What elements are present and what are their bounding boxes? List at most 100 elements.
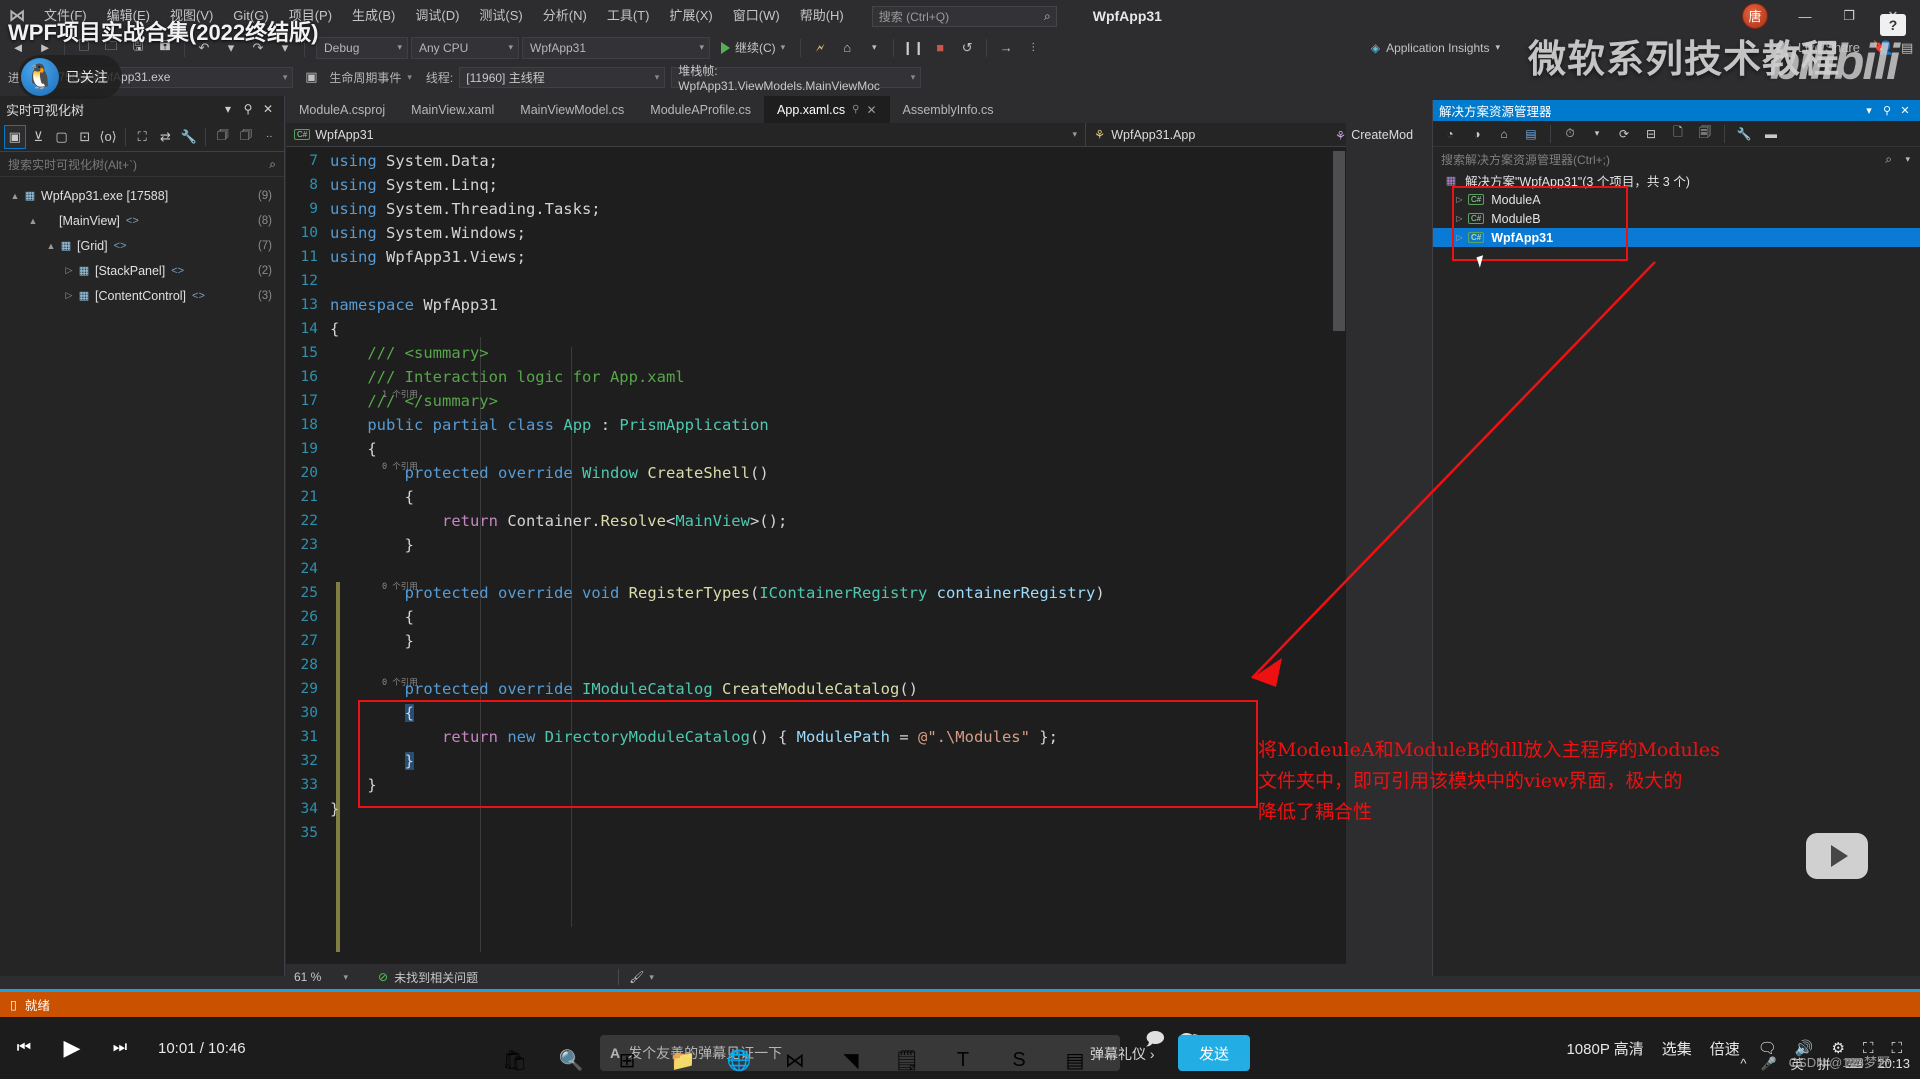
code-line-15[interactable]: 15 /// <summary> [286,341,1346,365]
live-preview-icon[interactable]: ⌂ [835,36,859,60]
editor-tab-assemblyinfo-cs[interactable]: AssemblyInfo.cs [890,96,1007,123]
code-line-18[interactable]: 18 public partial class App : PrismAppli… [286,413,1346,437]
menu-item-7[interactable]: 测试(S) [469,0,532,32]
close-icon[interactable]: ✕ [1896,104,1914,117]
episodes-button[interactable]: 选集 [1662,1038,1692,1059]
menu-item-9[interactable]: 工具(T) [597,0,660,32]
chevron-down-icon-2[interactable]: ▾ [1585,123,1609,145]
stop-debug-icon[interactable]: ■ [928,36,952,60]
code-line-29[interactable]: 29 0 个引用 protected override IModuleCatalo… [286,677,1346,701]
menu-item-6[interactable]: 调试(D) [405,0,469,32]
code-line-9[interactable]: 9 using System.Threading.Tasks; [286,197,1346,221]
configuration-combo[interactable]: Debug [316,36,408,59]
menu-item-5[interactable]: 生成(B) [342,0,405,32]
type-navigation-combo[interactable]: C# WpfApp31 [286,122,1086,147]
user-badge-icon[interactable]: 唐 [1742,3,1768,29]
twisty-icon[interactable]: ▷ [62,290,76,301]
snipaste-icon[interactable]: S [1004,1045,1034,1075]
help-bubble-icon[interactable]: ? [1880,14,1906,36]
hot-reload-icon[interactable]: 🗲 [808,36,832,60]
visual-tree-node[interactable]: ▲ ▦ [Grid] <> (7) [0,233,284,258]
code-line-35[interactable]: 35 [286,821,1346,845]
member-navigation-combo[interactable]: ⚘ WpfApp31.App [1086,123,1203,147]
edge-icon[interactable]: ◥ [836,1045,866,1075]
continue-run-button[interactable]: 继续(C) ▾ [713,39,793,56]
search-icon[interactable]: ⌕ [1885,152,1892,167]
select-element-icon[interactable]: ▣ [4,124,26,149]
back-icon[interactable]: ◔ [1438,123,1462,145]
code-line-20[interactable]: 20 0 个引用 protected override Window Create… [286,461,1346,485]
code-line-23[interactable]: 23 } [286,533,1346,557]
search-icon[interactable]: ⌕ [269,157,276,172]
twisty-icon[interactable]: ▲ [8,191,22,201]
code-line-7[interactable]: 7 using System.Data; [286,149,1346,173]
chevron-down-icon[interactable]: ▾ [218,102,238,116]
step-into-icon[interactable]: → [994,36,1018,60]
collapse-all-icon[interactable]: ⊟ [1639,123,1663,145]
minus-icon[interactable]: ▬ [1759,123,1783,145]
preview-icon[interactable]: ⊡ [74,125,95,149]
wrench-icon[interactable]: 🔧 [178,125,199,149]
media-icon[interactable]: ▤ [1060,1045,1090,1075]
vs-search-box[interactable]: 搜索 (Ctrl+Q) ⌕ [871,5,1057,27]
settings-icon[interactable]: ⟨o⟩ [97,125,118,149]
code-line-11[interactable]: 11 using WpfApp31.Views; [286,245,1346,269]
follow-badge[interactable]: 已关注 [18,55,122,99]
editor-tab-mainviewmodel-cs[interactable]: MainViewModel.cs [507,96,637,123]
code-lens-hint[interactable]: 0 个引用 [382,676,418,688]
code-line-21[interactable]: 21 { [286,485,1346,509]
mic-icon[interactable]: 🎤 [1760,1056,1776,1072]
browser-icon[interactable]: 🌐 [724,1045,754,1075]
prev-button[interactable]: ⏮ [0,1017,48,1079]
editor-tab-modulea-csproj[interactable]: ModuleA.csproj [286,96,398,123]
pin-icon[interactable]: ⚲ [238,102,258,116]
copy-icon[interactable]: 🗇 [235,125,256,149]
wrench-icon[interactable]: 🔧 [1732,123,1756,145]
layout-icon[interactable]: ⛶ [132,125,153,149]
editor-tab-mainview-xaml[interactable]: MainView.xaml [398,96,507,123]
code-line-12[interactable]: 12 [286,269,1346,293]
next-button[interactable]: ⏭ [96,1017,144,1079]
maximize-button[interactable]: ❐ [1828,1,1870,31]
speed-button[interactable]: 倍速 [1710,1038,1740,1059]
tray-expand-icon[interactable]: ^ [1740,1056,1746,1071]
folder-icon[interactable]: 📁 [668,1045,698,1075]
code-line-28[interactable]: 28 [286,653,1346,677]
windows-icon[interactable]: ⊞ [612,1045,642,1075]
member-navigation-overflow[interactable]: ⚘ CreateMod [1335,123,1413,147]
visual-tree-node[interactable]: ▲ [MainView] <> (8) [0,208,284,233]
pending-changes-icon[interactable]: ⏱ [1558,123,1582,145]
swap-icon[interactable]: ⇄ [155,125,176,149]
toolbar-overflow-icon[interactable]: ⋮ [1021,36,1045,60]
code-line-27[interactable]: 27 } [286,629,1346,653]
switch-view-icon[interactable]: ▤ [1519,123,1543,145]
send-button[interactable]: 发送 [1178,1035,1250,1071]
code-line-13[interactable]: 13 namespace WpfApp31 [286,293,1346,317]
pin-icon[interactable]: ⚲ [852,104,859,115]
editor-tab-moduleaprofile-cs[interactable]: ModuleAProfile.cs [637,96,764,123]
code-editor[interactable]: 7 using System.Data; 8 using System.Linq; 9 u… [286,147,1346,977]
code-line-14[interactable]: 14 { [286,317,1346,341]
minimize-button[interactable]: — [1784,1,1826,31]
code-line-24[interactable]: 24 [286,557,1346,581]
code-line-19[interactable]: 19 { [286,437,1346,461]
visual-tree-node[interactable]: ▷ ▦ [StackPanel] <> (2) [0,258,284,283]
menu-item-12[interactable]: 帮助(H) [790,0,854,32]
code-lens-hint[interactable]: 0 个引用 [382,460,418,472]
menu-item-11[interactable]: 窗口(W) [723,0,790,32]
show-all-files-icon[interactable]: 🗋 [1666,123,1690,145]
lifecycle-events-icon[interactable]: ▣ [299,65,323,89]
code-line-25[interactable]: 25 0 个引用 protected override void Register… [286,581,1346,605]
visual-tree-node[interactable]: ▲ ▦ WpfApp31.exe [17588] (9) [0,183,284,208]
code-line-10[interactable]: 10 using System.Windows; [286,221,1346,245]
code-line-17[interactable]: 17 1 个引用 /// </summary> [286,389,1346,413]
pause-debug-icon[interactable]: ❙❙ [901,36,925,60]
duplicate-icon[interactable]: 🗇 [212,125,233,149]
platform-combo[interactable]: Any CPU [411,36,519,59]
search-icon[interactable]: ⌕ [1044,9,1051,24]
live-visual-tree-search[interactable]: 搜索实时可视化树(Alt+`) ⌕ [0,152,284,177]
editor-tab-app-xaml-cs[interactable]: App.xaml.cs ⚲ ✕ [764,96,890,123]
code-lens-hint[interactable]: 0 个引用 [382,580,418,592]
close-icon[interactable]: ✕ [866,103,876,117]
play-button[interactable]: ▶ [48,1017,96,1079]
